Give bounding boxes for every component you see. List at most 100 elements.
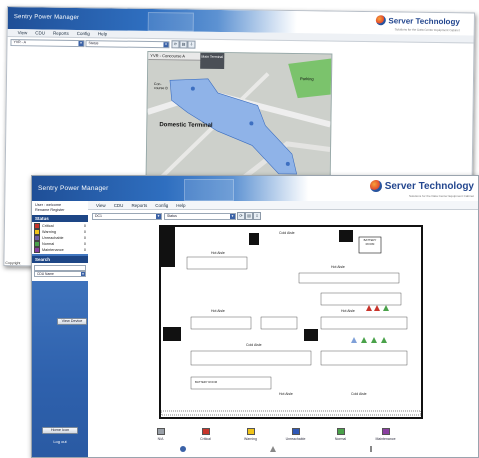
status-legend: N/A Critical Warning Unreachable Normal …	[138, 428, 408, 441]
menu-config[interactable]: Config	[77, 31, 90, 36]
cold-aisle-label: Cold Aisle	[279, 231, 295, 235]
menu-cdu[interactable]: CDU	[35, 30, 45, 35]
status-label: Normal	[42, 242, 55, 246]
chevron-down-icon: ▾	[78, 41, 84, 47]
status-maintenance[interactable]: Maintenance 0	[34, 247, 86, 253]
brand-logo: Server Technology Solutions for the Data…	[369, 180, 474, 198]
status-label: Maintenance	[42, 248, 64, 252]
logout-link[interactable]: Log out	[32, 439, 88, 444]
search-panel: CDU Name ▾	[32, 263, 88, 281]
legend-normal: Normal	[318, 428, 363, 441]
chevron-down-icon: ▾	[81, 272, 85, 276]
search-type-select[interactable]: CDU Name ▾	[34, 271, 86, 277]
legend-na: N/A	[138, 428, 183, 441]
user-links[interactable]: Rename Register	[35, 208, 85, 213]
legend-label: N/A	[157, 437, 164, 441]
parking-label: Parking	[299, 76, 314, 82]
brand-tagline: Solutions for the Data Center Equipment …	[394, 27, 460, 33]
menu-view[interactable]: View	[96, 203, 106, 208]
location-select[interactable]: DC1 ▾	[92, 213, 162, 220]
status-count: 0	[83, 224, 86, 228]
home-button[interactable]: Home Icon	[42, 427, 78, 434]
foreground-window: Sentry Power Manager Server Technology S…	[31, 175, 479, 458]
location-select-value: YVR - A	[13, 40, 26, 45]
status-select[interactable]: Status ▾	[85, 40, 170, 49]
hot-aisle-label: Hot Aisle	[279, 392, 293, 396]
nav-dot-icon[interactable]	[180, 446, 186, 452]
status-label: Warning	[42, 230, 56, 234]
export-icon[interactable]: ⇩	[253, 212, 261, 220]
status-count: 0	[83, 248, 86, 252]
hot-aisle-label: Hot Aisle	[331, 265, 345, 269]
legend-swatch	[291, 428, 300, 435]
app-title: Sentry Power Manager	[13, 14, 80, 22]
refresh-icon[interactable]: ⟳	[237, 212, 245, 220]
status-count: 0	[83, 230, 86, 234]
floor-plan[interactable]: Cold Aisle Hot Aisle Hot Aisle Hot Aisle…	[159, 225, 423, 419]
brand-logo: Server Technology Solutions for the Data…	[375, 15, 460, 32]
view-device-button[interactable]: View Device	[57, 318, 87, 325]
legend-swatch	[246, 428, 255, 435]
cold-aisle-label: Cold Aisle	[351, 392, 367, 396]
export-icon[interactable]: ⇩	[187, 40, 196, 49]
bar-icon	[370, 446, 372, 452]
brand-mark-icon	[375, 15, 386, 26]
menu-reports[interactable]: Reports	[131, 203, 147, 208]
main-terminal-badge: Main Terminal	[200, 52, 225, 70]
brand-mark-icon	[369, 180, 382, 192]
maintenance-swatch	[34, 247, 40, 253]
sidebar: User : welcome Rename Register Status Cr…	[32, 201, 88, 457]
user-info: User : welcome Rename Register	[32, 201, 88, 215]
search-type-value: CDU Name	[37, 272, 54, 276]
floor-plan-graphic	[161, 227, 421, 416]
chevron-down-icon: ▾	[163, 42, 169, 48]
triangle-icon	[270, 446, 276, 452]
domestic-terminal-label: Domestic Terminal	[159, 122, 213, 129]
legend-label: Critical	[200, 437, 211, 441]
banner-graphic	[147, 11, 194, 32]
menu-help[interactable]: Help	[98, 31, 107, 36]
menu-config[interactable]: Config	[155, 203, 168, 208]
menu-help[interactable]: Help	[176, 203, 185, 208]
banner-graphic	[184, 179, 234, 201]
copyright-text: Copyright	[5, 261, 21, 266]
status-select-value: Status	[88, 41, 99, 46]
search-header: Search	[32, 256, 88, 263]
menu-reports[interactable]: Reports	[53, 31, 69, 36]
legend-unreachable: Unreachable	[273, 428, 318, 441]
location-select[interactable]: YVR - A ▾	[10, 39, 85, 48]
print-icon[interactable]: ▤	[179, 40, 188, 49]
legend-warning: Warning	[228, 428, 273, 441]
menu-cdu[interactable]: CDU	[114, 203, 124, 208]
chevron-down-icon: ▾	[156, 214, 161, 219]
battery-room-label: BATTERY ROOM	[363, 238, 377, 246]
legend-critical: Critical	[183, 428, 228, 441]
app-banner: Sentry Power Manager Server Technology S…	[32, 176, 478, 201]
legend-swatch	[156, 428, 165, 435]
refresh-icon[interactable]: ⟳	[171, 40, 180, 49]
brand-tagline: Solutions for the Data Center Equipment …	[408, 194, 474, 198]
legend-label: Unreachable	[285, 437, 306, 441]
status-header: Status	[32, 215, 88, 222]
status-count: 0	[83, 236, 86, 240]
status-list: Critical 0 Warning 0 Unreachable 0 Norma…	[32, 222, 88, 254]
legend-label: Normal	[334, 437, 347, 441]
hot-aisle-label: Hot Aisle	[341, 309, 355, 313]
legend-swatch	[381, 428, 390, 435]
status-label: Critical	[42, 224, 54, 228]
status-count: 0	[83, 242, 86, 246]
menu-bar: View CDU Reports Config Help	[88, 201, 478, 210]
hot-aisle-label: Hot Aisle	[211, 251, 225, 255]
map-graphic	[146, 51, 332, 187]
print-icon[interactable]: ▤	[245, 212, 253, 220]
brand-name: Server Technology	[388, 15, 460, 26]
hot-aisle-label: Hot Aisle	[211, 309, 225, 313]
menu-view[interactable]: View	[18, 30, 28, 35]
app-title: Sentry Power Manager	[38, 185, 109, 192]
legend-label: Warning	[244, 437, 257, 441]
status-select[interactable]: Status ▾	[164, 213, 236, 220]
battery-room-label: BATTERY ROOM	[195, 380, 218, 384]
airport-map[interactable]: YVR - Concourse A Main Terminal Domestic…	[145, 50, 333, 188]
chevron-down-icon: ▾	[230, 214, 235, 219]
legend-swatch	[336, 428, 345, 435]
